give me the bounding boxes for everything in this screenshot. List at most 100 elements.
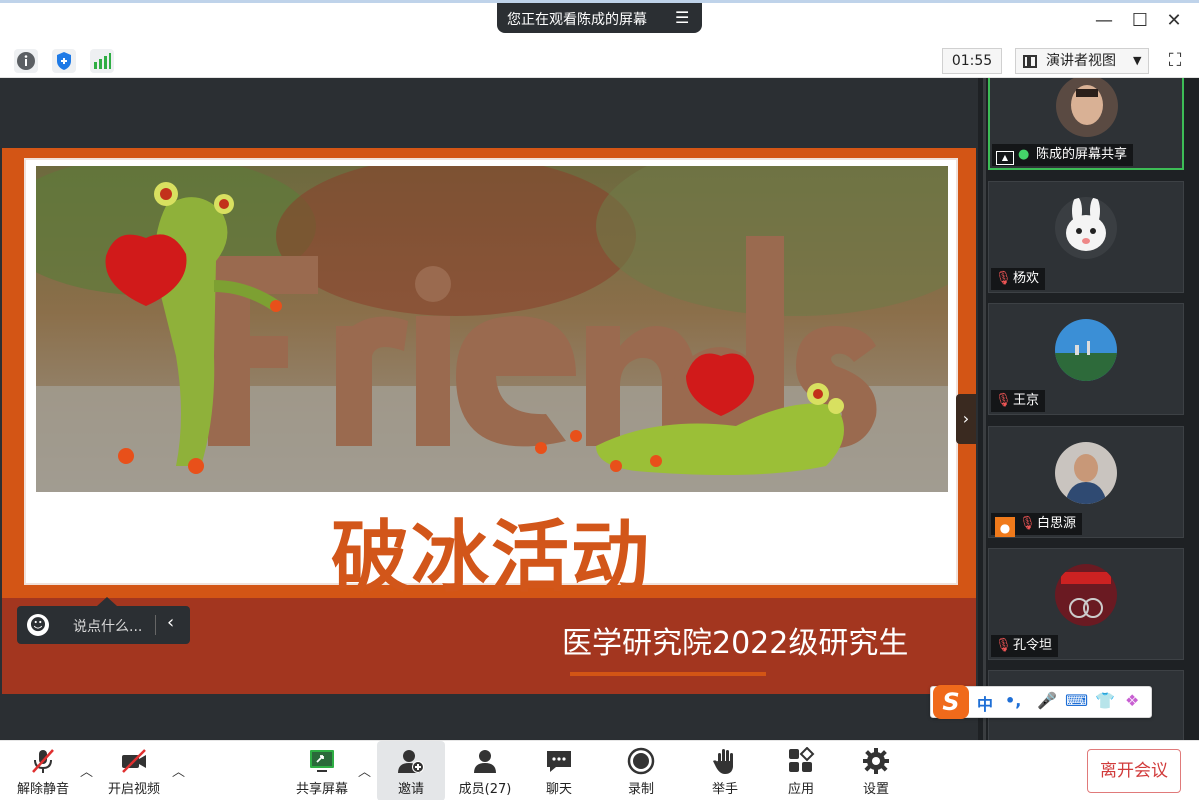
raise-hand-button[interactable]: 举手	[694, 741, 756, 800]
participant-name-bar: 🎙王京	[991, 390, 1046, 412]
chat-button[interactable]: 聊天	[528, 741, 590, 800]
gear-icon	[863, 748, 889, 774]
chat-bubble-icon	[547, 751, 571, 772]
ime-punct-toggle[interactable]: •,	[1005, 691, 1021, 710]
unmute-label: 解除静音	[16, 782, 69, 797]
apps-label: 应用	[787, 782, 814, 797]
microphone-icon: ●	[1018, 147, 1030, 162]
microphone-muted-icon: 🎙	[995, 271, 1012, 286]
keyboard-icon[interactable]: ⌨	[1065, 691, 1088, 710]
share-screen-label: 共享屏幕	[295, 782, 348, 797]
toolbox-grid-icon[interactable]: ❖	[1125, 691, 1139, 710]
share-options-chevron-icon[interactable]: ︿	[358, 761, 371, 780]
avatar	[1055, 564, 1117, 626]
microphone-muted-icon	[32, 749, 54, 773]
slide-white-frame: 破冰活动	[24, 158, 958, 603]
input-method-bar[interactable]: S 中 •, 🎤 ⌨ 👕 ❖	[930, 685, 1152, 719]
skin-shirt-icon[interactable]: 👕	[1095, 691, 1115, 710]
raise-hand-label: 举手	[711, 782, 738, 797]
raise-hand-icon	[713, 749, 733, 774]
maximize-button[interactable]: ☐	[1126, 8, 1154, 34]
signal-strength-icon[interactable]	[90, 49, 114, 73]
add-user-icon	[398, 750, 424, 773]
sharing-notice-pill[interactable]: 您正在观看陈成的屏幕 ☰	[497, 3, 702, 33]
participant-tile[interactable]: 🎙孔令坦	[988, 548, 1184, 660]
panel-scrollbar[interactable]	[983, 78, 986, 740]
participant-name: 王京	[1013, 393, 1040, 408]
view-mode-label: 演讲者视图	[1046, 53, 1116, 69]
sharing-notice-text: 您正在观看陈成的屏幕	[507, 12, 647, 28]
chat-quick-input[interactable]: ☻ 说点什么... ‹	[17, 597, 190, 644]
participant-tile[interactable]: 🎙王京	[988, 303, 1184, 415]
participant-name-bar: 🎙杨欢	[991, 268, 1046, 290]
participant-name-bar: ▲ ● 陈成的屏幕共享	[992, 144, 1134, 166]
layout-icon	[1023, 55, 1037, 68]
participant-name: 白思源	[1037, 516, 1077, 531]
share-screen-icon	[310, 750, 334, 772]
avatar	[1055, 442, 1117, 504]
avatar	[1055, 197, 1117, 259]
view-mode-select[interactable]: 演讲者视图 ▼	[1015, 48, 1149, 74]
fullscreen-icon[interactable]: ⛶	[1163, 49, 1187, 73]
slide-subtitle: 医学研究院2022级研究生	[562, 626, 909, 661]
ime-mode-toggle[interactable]: 中	[977, 691, 993, 715]
sogou-logo-icon: S	[933, 685, 969, 719]
participant-video-panel: ▲ ● 陈成的屏幕共享 🎙杨欢 🎙王京 ● 🎙白思源 🎙孔令坦	[978, 78, 1199, 740]
unmute-button[interactable]: 解除静音	[12, 741, 74, 800]
participant-tile[interactable]: ▲ ● 陈成的屏幕共享	[988, 78, 1184, 170]
share-screen-button[interactable]: 共享屏幕	[290, 741, 354, 800]
leave-meeting-button[interactable]: 离开会议	[1087, 749, 1181, 793]
participant-tile[interactable]: 🎙杨欢	[988, 181, 1184, 293]
record-icon	[627, 747, 655, 775]
collapse-panel-toggle[interactable]: ›	[956, 394, 976, 444]
slide-underline	[570, 672, 766, 676]
host-badge-icon: ●	[995, 517, 1015, 537]
chat-hint-text: 说点什么...	[73, 619, 143, 635]
invite-label: 邀请	[397, 782, 424, 797]
microphone-muted-icon: 🎙	[995, 638, 1012, 653]
participant-name-bar: 🎙孔令坦	[991, 635, 1059, 657]
video-off-icon	[122, 749, 146, 773]
menu-icon[interactable]: ☰	[675, 8, 689, 27]
microphone-muted-icon: 🎙	[995, 393, 1012, 408]
emoji-icon[interactable]: ☻	[27, 614, 49, 636]
participants-icon	[474, 750, 496, 773]
close-button[interactable]: ✕	[1160, 8, 1188, 34]
meeting-window: 您正在观看陈成的屏幕 ☰ — ☐ ✕ 01:55 演讲者视图 ▼ ⛶ 破冰活动 …	[0, 0, 1199, 800]
members-label: 成员(27)	[458, 782, 512, 797]
invite-button[interactable]: 邀请	[377, 741, 445, 800]
video-options-chevron-icon[interactable]: ︿	[172, 761, 185, 780]
settings-button[interactable]: 设置	[845, 741, 907, 800]
microphone-muted-icon: 🎙	[1019, 516, 1036, 531]
participant-name: 孔令坦	[1013, 638, 1053, 653]
audio-options-chevron-icon[interactable]: ︿	[80, 761, 93, 780]
apps-button[interactable]: 应用	[770, 741, 832, 800]
chevron-down-icon: ▼	[1133, 54, 1142, 67]
chevron-left-icon[interactable]: ‹	[167, 612, 174, 633]
minimize-button[interactable]: —	[1090, 8, 1118, 34]
info-icon[interactable]	[14, 49, 38, 73]
participant-tile[interactable]: ● 🎙白思源	[988, 426, 1184, 538]
meeting-toolbar: 解除静音 ︿ 开启视频 ︿ 共享屏幕 ︿ 邀请 成员(27) 聊天 录制 举手 …	[0, 740, 1199, 800]
participant-name: 陈成的屏幕共享	[1036, 147, 1128, 162]
avatar	[1055, 319, 1117, 381]
friends-photo	[36, 166, 948, 492]
avatar	[1056, 78, 1118, 137]
record-label: 录制	[627, 782, 654, 797]
shared-screen-area: 破冰活动 医学研究院2022级研究生 ☻ 说点什么... ‹ ›	[0, 78, 978, 740]
record-button[interactable]: 录制	[610, 741, 672, 800]
members-button[interactable]: 成员(27)	[452, 741, 518, 800]
start-video-button[interactable]: 开启视频	[102, 741, 166, 800]
participant-name: 杨欢	[1013, 271, 1040, 286]
participant-name-bar: ● 🎙白思源	[991, 513, 1083, 537]
divider	[155, 615, 156, 635]
apps-grid-icon	[789, 747, 815, 772]
settings-label: 设置	[862, 782, 889, 797]
status-bar: 01:55 演讲者视图 ▼ ⛶	[0, 42, 1199, 78]
voice-input-icon[interactable]: 🎤	[1037, 691, 1057, 710]
chat-label: 聊天	[545, 782, 572, 797]
title-bar: 您正在观看陈成的屏幕 ☰ — ☐ ✕	[0, 0, 1199, 42]
security-shield-icon[interactable]	[52, 49, 76, 73]
screen-share-icon: ▲	[996, 151, 1014, 165]
meeting-timer: 01:55	[942, 48, 1002, 74]
